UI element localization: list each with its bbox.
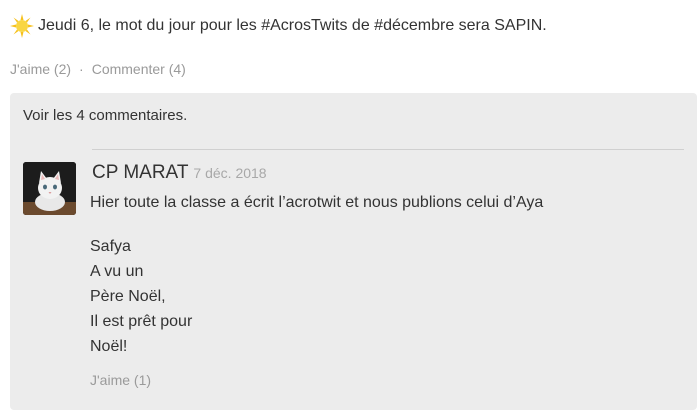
comment-header: CP MARAT 7 déc. 2018 <box>92 162 267 184</box>
comment-date: 7 déc. 2018 <box>193 165 267 181</box>
comment-text: Hier toute la classe a écrit l’acrotwit … <box>90 194 544 211</box>
poem-line: Il est prêt pour <box>90 313 193 330</box>
poem-line: A vu un <box>90 263 144 280</box>
view-all-comments-link[interactable]: Voir les 4 commentaires. <box>23 107 187 124</box>
comments-panel: Voir les 4 commentaires. CP MARAT 7 déc.… <box>10 93 697 410</box>
comment-poem: Safya A vu un Père Noël, Il est prêt pou… <box>90 234 543 359</box>
post-text-row: Jeudi 6, le mot du jour pour les #AcrosT… <box>10 14 547 38</box>
poem-line: Père Noël, <box>90 288 166 305</box>
comment-author[interactable]: CP MARAT <box>92 162 188 184</box>
poem-line: Noël! <box>90 338 128 355</box>
like-button[interactable]: J'aime (2) <box>10 61 71 77</box>
sun-icon <box>10 14 34 38</box>
comment-button[interactable]: Commenter (4) <box>92 61 186 77</box>
poem-line: Safya <box>90 238 131 255</box>
comment-like-button[interactable]: J'aime (1) <box>90 372 151 388</box>
post-actions: J'aime (2) · Commenter (4) <box>10 61 186 77</box>
comment-body: Hier toute la classe a écrit l’acrotwit … <box>90 190 543 359</box>
comments-divider <box>92 149 684 150</box>
action-separator: · <box>79 61 84 77</box>
cat-avatar[interactable] <box>23 162 76 215</box>
post-message: Jeudi 6, le mot du jour pour les #AcrosT… <box>38 17 547 34</box>
